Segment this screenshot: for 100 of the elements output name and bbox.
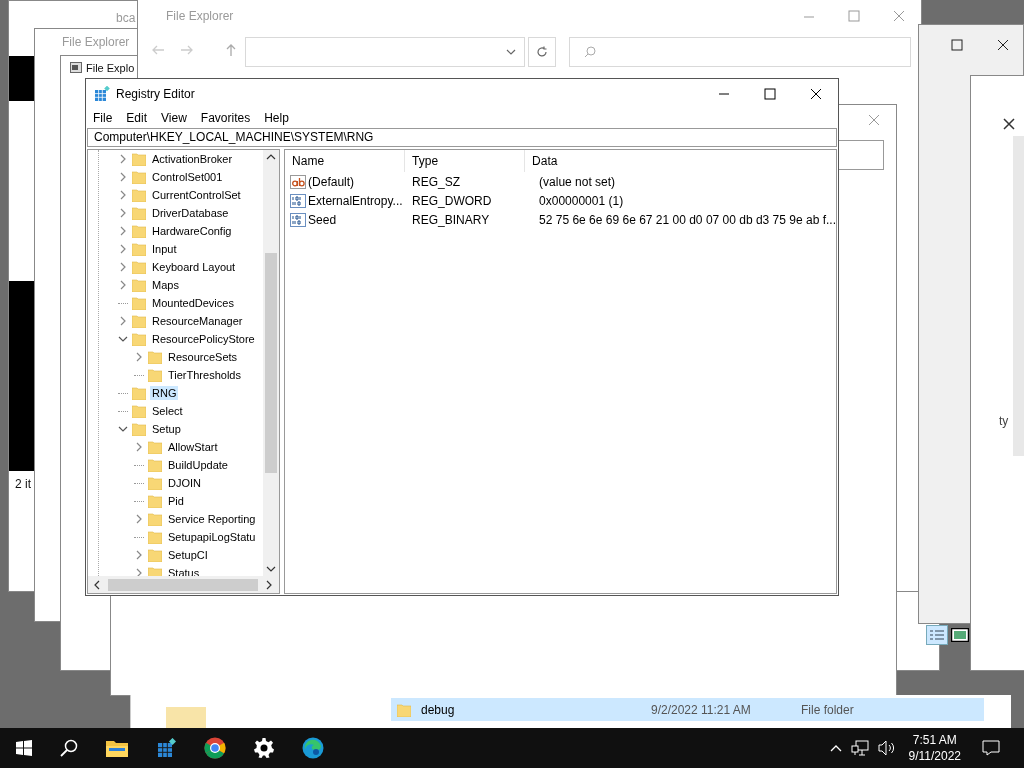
column-header[interactable]: Type <box>405 150 526 172</box>
value-name[interactable]: Seed <box>308 212 337 227</box>
tree-item[interactable]: Setup <box>150 422 183 436</box>
chrome-icon[interactable] <box>204 737 226 759</box>
chevron-down-icon[interactable] <box>118 334 128 344</box>
address-bar[interactable]: Computer\HKEY_LOCAL_MACHINE\SYSTEM\RNG <box>87 128 837 147</box>
binary-value-icon <box>290 212 307 227</box>
tree-item[interactable]: HardwareConfig <box>150 224 234 238</box>
value-name[interactable]: (Default) <box>308 174 355 189</box>
chevron-right-icon[interactable] <box>134 550 144 560</box>
tree-item[interactable]: DJOIN <box>166 476 203 490</box>
tree-item[interactable]: DriverDatabase <box>150 206 231 220</box>
close-icon[interactable] <box>810 88 822 100</box>
clock[interactable]: 7:51 AM 9/11/2022 <box>908 732 961 764</box>
search-field[interactable] <box>569 37 911 67</box>
tree-item[interactable]: ControlSet001 <box>150 170 225 184</box>
file-date: 9/2/2022 11:21 AM <box>651 702 752 717</box>
chevron-right-icon[interactable] <box>118 172 128 182</box>
tree-item[interactable]: RNG <box>150 386 179 400</box>
tree-item[interactable]: Pid <box>166 494 186 508</box>
window-title: File Explorer <box>166 9 234 23</box>
tree-item[interactable]: ActivationBroker <box>150 152 235 166</box>
maximize-icon[interactable] <box>764 88 776 100</box>
scroll-left-icon[interactable] <box>94 579 100 590</box>
menu-item[interactable]: Favorites <box>200 111 251 125</box>
chevron-right-icon[interactable] <box>118 154 128 164</box>
tree-item[interactable]: ResourceManager <box>150 314 245 328</box>
registry-editor-icon[interactable] <box>156 738 176 758</box>
chevron-right-icon[interactable] <box>118 226 128 236</box>
address-field[interactable] <box>245 37 525 67</box>
refresh-button[interactable] <box>528 37 556 67</box>
tree-item[interactable]: Keyboard Layout <box>150 260 238 274</box>
settings-icon[interactable] <box>254 738 274 758</box>
tree-item[interactable]: CurrentControlSet <box>150 188 243 202</box>
chevron-right-icon[interactable] <box>118 208 128 218</box>
tree-item[interactable]: SetupCI <box>166 548 210 562</box>
menu-item[interactable]: View <box>161 111 187 125</box>
tree-item[interactable]: Service Reporting <box>166 512 258 526</box>
folder-icon[interactable] <box>106 739 128 757</box>
column-header[interactable]: Name <box>285 150 406 172</box>
file-row[interactable]: debug 9/2/2022 11:21 AM File folder <box>391 698 984 721</box>
value-name[interactable]: ExternalEntropy... <box>308 193 403 208</box>
folder-icon <box>132 242 146 256</box>
tree-item[interactable]: BuildUpdate <box>166 458 230 472</box>
tree-item[interactable]: SetupapiLogStatu <box>166 530 258 544</box>
folder-icon <box>132 314 146 328</box>
chevron-down-icon[interactable] <box>506 49 516 55</box>
window-title: Registry Editor <box>116 87 195 101</box>
network-icon[interactable] <box>850 740 869 756</box>
scrollbar-thumb[interactable] <box>108 578 258 591</box>
folder-icon <box>148 530 162 544</box>
search-icon[interactable] <box>60 739 78 757</box>
folder-icon <box>132 404 146 418</box>
up-arrow-icon[interactable] <box>225 43 237 57</box>
tree-item[interactable]: TierThresholds <box>166 368 243 382</box>
scroll-right-icon[interactable] <box>266 579 272 590</box>
menu-item[interactable]: Edit <box>126 111 148 125</box>
tree-item[interactable]: ResourcePolicyStore <box>150 332 257 346</box>
menu-item[interactable]: Help <box>264 111 289 125</box>
notification-icon[interactable] <box>982 740 1000 756</box>
tree-item[interactable]: Maps <box>150 278 181 292</box>
close-icon[interactable] <box>997 39 1009 51</box>
folder-icon <box>132 188 146 202</box>
window-title: File Explorer <box>62 35 130 49</box>
refresh-icon <box>536 46 548 58</box>
tree-item[interactable]: Input <box>150 242 179 256</box>
chevron-right-icon[interactable] <box>134 514 144 524</box>
chevron-right-icon[interactable] <box>118 316 128 326</box>
column-header[interactable]: Data <box>525 150 836 172</box>
chevron-down-icon[interactable] <box>118 424 128 434</box>
horizontal-scrollbar[interactable] <box>88 576 280 593</box>
folder-icon <box>148 440 162 454</box>
thumbnail-view-icon[interactable] <box>951 628 969 642</box>
chevron-up-icon[interactable] <box>829 744 842 752</box>
edge-icon[interactable] <box>302 737 324 759</box>
folder-icon <box>148 350 162 364</box>
maximize-icon[interactable] <box>951 39 963 51</box>
vertical-scrollbar[interactable] <box>263 150 280 576</box>
volume-icon[interactable] <box>877 740 896 756</box>
tree-item[interactable]: ResourceSets <box>166 350 240 364</box>
tree-item[interactable]: Select <box>150 404 185 418</box>
folder-icon <box>132 206 146 220</box>
folder-icon <box>148 458 162 472</box>
chevron-right-icon[interactable] <box>118 262 128 272</box>
tree-item[interactable]: AllowStart <box>166 440 220 454</box>
start-icon[interactable] <box>16 740 32 756</box>
scroll-up-icon[interactable] <box>266 154 277 160</box>
chevron-right-icon[interactable] <box>118 280 128 290</box>
chevron-right-icon[interactable] <box>118 244 128 254</box>
scroll-down-icon[interactable] <box>266 566 277 572</box>
menu-item[interactable]: File <box>93 111 113 125</box>
chevron-right-icon[interactable] <box>134 352 144 362</box>
registry-editor-icon <box>94 86 110 102</box>
folder-icon <box>132 332 146 346</box>
tree-item[interactable]: MountedDevices <box>150 296 236 310</box>
chevron-right-icon[interactable] <box>118 190 128 200</box>
value-data: (value not set) <box>538 174 617 189</box>
close-icon[interactable] <box>1003 118 1015 130</box>
chevron-right-icon[interactable] <box>134 442 144 452</box>
scrollbar-thumb[interactable] <box>265 253 278 473</box>
